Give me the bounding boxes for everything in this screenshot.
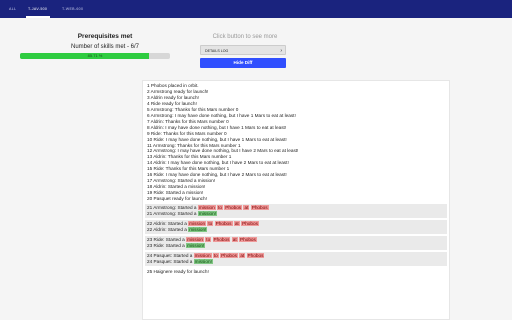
diff-line-prefix: 22 Aldrin: Started a	[147, 220, 189, 226]
tab-t-web-600[interactable]: T-WEB-600	[62, 0, 83, 18]
diff-removed-token: mission	[193, 252, 212, 258]
diff-removed-token: at	[239, 252, 246, 258]
diff-removed-token: to	[205, 236, 212, 242]
prerequisites-status: Prerequisites met	[77, 33, 133, 40]
diff-line-prefix: 22 Aldrin: Started a	[147, 226, 187, 232]
active-tab-indicator	[26, 16, 50, 18]
log-controls: Click button to see more DETAILS LOG › H…	[200, 30, 290, 68]
diff-removed-token: at	[243, 205, 250, 211]
diff-removed-token: Phobos	[224, 205, 243, 211]
diff-removed-token: to	[212, 252, 219, 258]
details-log-button[interactable]: DETAILS LOG ›	[200, 45, 286, 55]
diff-block: 22 Aldrin: Started a mission to Phobos a…	[145, 219, 447, 234]
log-line: 25 Haignere ready for launch!	[147, 268, 209, 274]
diff-removed-token: Phobos	[241, 220, 259, 226]
diff-block: 23 Ride: Started a mission to Phobos at …	[145, 235, 447, 250]
diff-line-prefix: 21 Armstrong: Started a	[147, 205, 198, 211]
diff-removed-token: Phobos	[250, 205, 269, 211]
diff-removed-token: mission	[197, 205, 216, 211]
diff-removed-token: Phobos	[238, 236, 257, 242]
diff-line-prefix: 24 Pasquet: Started a	[147, 258, 193, 264]
diff-removed-token: at	[231, 236, 238, 242]
top-navigation-bar: ALL T-JAV-500 T-WEB-600	[0, 0, 512, 18]
diff-line-prefix: 24 Pasquet: Started a	[147, 252, 194, 258]
diff-line-prefix: 21 Armstrong: Started a	[147, 211, 197, 217]
diff-actual-line: 24 Pasquet: Started a mission!	[147, 258, 445, 265]
details-log-label: DETAILS LOG	[205, 49, 229, 53]
diff-removed-token: mission	[186, 236, 204, 242]
diff-actual-line: 22 Aldrin: Started a mission!	[147, 226, 445, 233]
click-hint-text: Click button to see more	[212, 34, 278, 40]
diff-block: 21 Armstrong: Started a mission to Phobo…	[145, 204, 447, 218]
diff-line-prefix: 23 Ride: Started a	[147, 242, 185, 248]
diff-actual-line: 21 Armstrong: Started a mission!	[147, 211, 445, 217]
diff-added-token: mission!	[193, 258, 213, 264]
diff-removed-token: Phobos	[214, 220, 233, 226]
diff-removed-token: to	[217, 205, 223, 211]
diff-added-token: mission!	[186, 242, 206, 248]
diff-block: 24 Pasquet: Started a mission to Phobos …	[145, 251, 447, 266]
diff-removed-token: to	[207, 220, 214, 226]
log-line: 20 Pasquet ready for launch!	[147, 196, 207, 202]
diff-removed-token: mission	[188, 220, 207, 226]
tab-all[interactable]: ALL	[9, 0, 16, 18]
skills-count: Number of skills met - 6/7	[70, 44, 140, 50]
diff-added-token: mission!	[188, 226, 208, 232]
skills-progress-bar: 85.71 %	[20, 53, 170, 59]
chevron-right-icon: ›	[280, 48, 282, 54]
diff-removed-token: Phobos	[212, 236, 231, 242]
skills-summary: Prerequisites met Number of skills met -…	[20, 30, 190, 59]
diff-removed-token: at	[233, 220, 240, 226]
diff-line-prefix: 23 Ride: Started a	[147, 236, 187, 242]
hide-diff-button[interactable]: Hide Diff	[200, 58, 286, 68]
skills-progress-label: 85.71 %	[87, 53, 103, 58]
diff-added-token: mission!	[197, 211, 218, 217]
diff-actual-line: 23 Ride: Started a mission!	[147, 242, 445, 249]
details-log-panel[interactable]: 1 Phobos placed in orbit. 2 Armstrong rea…	[142, 80, 450, 320]
diff-removed-token: Phobos	[246, 252, 265, 258]
diff-removed-token: Phobos	[220, 252, 238, 258]
